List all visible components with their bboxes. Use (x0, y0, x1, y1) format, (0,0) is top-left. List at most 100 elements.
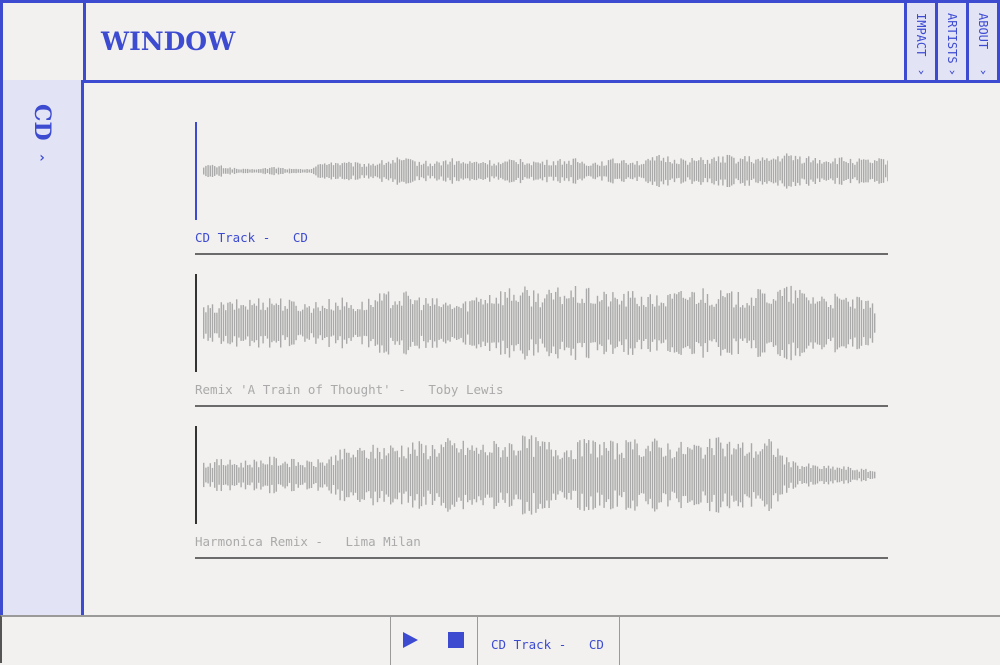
waveform-bar (563, 161, 566, 181)
waveform-bar (596, 164, 599, 178)
nav-tab-impact[interactable]: IMPACT ⌄ (904, 3, 935, 80)
waveform-bar (368, 298, 370, 348)
waveform-bar (264, 310, 266, 336)
waveform-bar (438, 162, 440, 180)
waveform-bar (726, 154, 728, 187)
play-icon[interactable] (403, 632, 418, 648)
waveform-bar (500, 164, 502, 178)
waveform-bar (823, 298, 825, 348)
waveform-bar (838, 157, 841, 185)
nav-tab-artists[interactable]: ARTISTS ⌄ (935, 3, 966, 80)
waveform-bar (698, 445, 700, 505)
waveform-bar (249, 464, 251, 486)
waveform-bar (475, 297, 478, 349)
waveform-bar (519, 450, 522, 500)
waveform-bar (636, 161, 638, 181)
waveform-bar (695, 304, 698, 342)
track-item[interactable]: CD Track - CD (195, 122, 888, 257)
waveform-bar (618, 163, 621, 179)
playhead[interactable] (195, 426, 197, 524)
waveform-bar (354, 162, 357, 180)
waveform-bar (330, 309, 332, 337)
waveform-bar (363, 450, 365, 500)
waveform-bar (280, 168, 282, 174)
waveform-bar (878, 158, 880, 184)
waveform-bar (816, 466, 819, 484)
waveform-bar (704, 302, 706, 344)
waveform-bar (225, 465, 227, 485)
waveform-bar (308, 306, 310, 340)
waveform-bar (390, 445, 392, 505)
waveform-bar (588, 166, 590, 176)
waveform-bar (284, 169, 286, 173)
waveform-bar (326, 309, 328, 337)
waveform-bar (682, 159, 684, 183)
waveform-bar (801, 293, 803, 353)
waveform-bar (420, 310, 423, 336)
waveform-bar (797, 159, 799, 183)
waveform-bar (636, 303, 638, 343)
waveform-bar (453, 164, 456, 178)
track-item[interactable]: Remix 'A Train of Thought' - Toby Lewis (195, 274, 888, 409)
waveform-bar (348, 452, 350, 498)
nav-tab-about[interactable]: ABOUT ⌄ (966, 3, 997, 80)
waveform-bar (242, 168, 244, 174)
waveform-bar (849, 158, 852, 184)
waveform-bar (480, 449, 482, 501)
waveform-bar (590, 453, 592, 497)
waveform-bar (808, 300, 810, 346)
waveform-bar (227, 168, 229, 174)
waveform-bar (849, 468, 852, 482)
waveform-bar (552, 456, 555, 494)
waveform-bar (847, 301, 849, 345)
waveform[interactable] (195, 274, 888, 372)
waveform-bar (687, 447, 689, 503)
waveform-bar (579, 440, 581, 510)
waveform-bar (537, 293, 539, 353)
waveform[interactable] (195, 122, 888, 220)
waveform-bar (412, 160, 414, 182)
waveform-bar (533, 290, 535, 356)
waveform-bar (561, 457, 563, 493)
waveform-bar (852, 163, 854, 179)
sidebar-cd[interactable]: CD › (0, 80, 84, 617)
waveform-bar (451, 445, 453, 505)
waveform-bar (568, 457, 570, 493)
waveform-bar (874, 471, 876, 479)
waveform-bar (709, 438, 711, 512)
waveform-bar (293, 301, 295, 345)
waveform-bar (394, 162, 396, 180)
stop-icon[interactable] (448, 632, 464, 648)
waveform-bar (511, 300, 513, 346)
waveform-bar (539, 163, 541, 179)
waveform-bar (539, 307, 541, 339)
waveform-bar (746, 161, 748, 181)
waveform-bar (425, 160, 427, 182)
track-item[interactable]: Harmonica Remix - Lima Milan (195, 426, 888, 561)
playhead[interactable] (195, 274, 197, 372)
waveform-bar (420, 164, 423, 178)
waveform-bar (242, 305, 244, 341)
playhead[interactable] (195, 122, 197, 220)
waveform-bar (209, 308, 211, 338)
waveform-bar (830, 468, 832, 482)
waveform-bar (275, 168, 277, 174)
waveform-bar (328, 299, 330, 347)
waveform-bar (207, 466, 209, 484)
waveform-bar (678, 447, 680, 503)
waveform-bar (717, 156, 720, 186)
waveform-bar (812, 465, 814, 485)
waveform-bar (343, 162, 346, 180)
waveform-bar (689, 162, 691, 180)
waveform[interactable] (195, 426, 888, 524)
waveform-bar (416, 455, 418, 495)
waveform-bar (418, 297, 420, 349)
waveform-bar (805, 297, 808, 349)
waveform-bar (777, 448, 779, 502)
waveform-bar (869, 307, 871, 339)
waveform-bar (401, 305, 403, 341)
waveform-bar (370, 305, 372, 342)
waveform-bar (880, 158, 882, 184)
waveform-bar (387, 453, 390, 497)
waveform-bar (211, 164, 214, 177)
